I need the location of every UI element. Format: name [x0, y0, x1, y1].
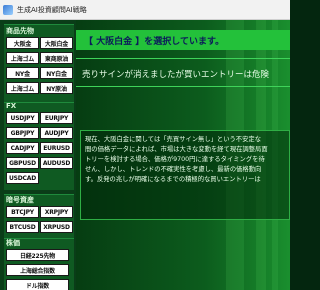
button-osaka-platinum[interactable]: 大阪白金: [40, 37, 73, 49]
button-xrpusd[interactable]: XRPUSD: [40, 221, 73, 233]
divider: [76, 86, 290, 87]
button-btcusd[interactable]: BTCUSD: [6, 221, 39, 233]
analysis-line: トリーを検討する場合、価格が9700円に達するタイミングを待: [85, 156, 265, 163]
window-titlebar: 生成AI投資顧問AI戦略: [0, 0, 290, 20]
analysis-line: 間の価格データによれば、市場は大きな変動を経て現在調整局面: [85, 146, 268, 153]
button-eurjpy[interactable]: EURJPY: [40, 112, 73, 124]
main-panel: 【 大阪白金 】を選択しています。 売りサインが消えましたが買いエントリーは危険…: [76, 20, 290, 290]
analysis-line: す。反発の兆しが明確になるまでの積極的な買いエントリーは: [85, 176, 261, 183]
button-shanghai-composite[interactable]: 上海総合指数: [6, 264, 69, 276]
signal-notice: 売りサインが消えましたが買いエントリーは危険: [82, 70, 270, 80]
app-icon: [3, 4, 13, 15]
button-osaka-gold[interactable]: 大阪金: [6, 37, 39, 49]
button-dollar-index[interactable]: ドル指数: [6, 279, 69, 290]
analysis-line: せん、しかし、トレンドの不確実性を考慮し、最新の価格動向: [85, 166, 262, 173]
analysis-line: 現在、大阪白金に関しては「売買サイン無し」という不安定な: [85, 136, 261, 143]
button-shanghai-rubber-2[interactable]: 上海ゴム: [6, 82, 39, 94]
button-eurusd[interactable]: EURUSD: [40, 142, 73, 154]
button-nikkei225-futures[interactable]: 日経225先物: [6, 249, 69, 261]
button-ny-platinum[interactable]: NY白金: [40, 67, 73, 79]
window-title: 生成AI投資顧問AI戦略: [17, 5, 87, 14]
sidebar-section-title: 暗号資産: [6, 196, 34, 204]
selection-banner: 【 大阪白金 】を選択しています。: [76, 30, 290, 50]
sidebar: 商品先物 大阪金 大阪白金 上海ゴム 東商原油 NY金 NY白金 上海ゴム NY…: [0, 20, 76, 290]
button-gbpjpy[interactable]: GBPJPY: [6, 127, 39, 139]
button-ny-gold[interactable]: NY金: [6, 67, 39, 79]
button-btcjpy[interactable]: BTCJPY: [6, 206, 39, 218]
button-xrpjpy[interactable]: XRPJPY: [40, 206, 73, 218]
button-audjpy[interactable]: AUDJPY: [40, 127, 73, 139]
sidebar-section-title: 株価: [6, 239, 20, 247]
sidebar-section-title: 商品先物: [6, 27, 34, 35]
button-usdjpy[interactable]: USDJPY: [6, 112, 39, 124]
button-usdcad[interactable]: USDCAD: [6, 172, 39, 184]
button-gbpusd[interactable]: GBPUSD: [6, 157, 39, 169]
button-audusd[interactable]: AUDUSD: [40, 157, 73, 169]
button-cadjpy[interactable]: CADJPY: [6, 142, 39, 154]
button-tocom-crude[interactable]: 東商原油: [40, 52, 73, 64]
sidebar-section-title: FX: [6, 102, 17, 110]
button-ny-crude[interactable]: NY原油: [40, 82, 73, 94]
analysis-text-box: 現在、大阪白金に関しては「売買サイン無し」という不安定な 間の価格データによれば…: [80, 130, 290, 220]
button-shanghai-rubber[interactable]: 上海ゴム: [6, 52, 39, 64]
divider: [76, 58, 290, 59]
